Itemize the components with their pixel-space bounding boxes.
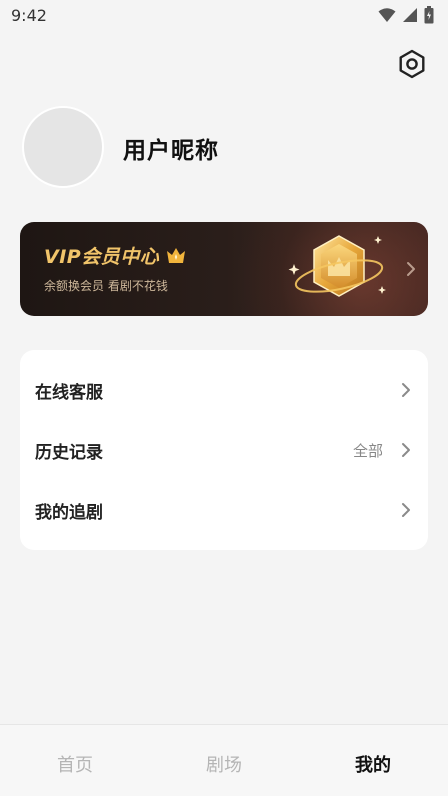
menu-item-online-service[interactable]: 在线客服 <box>20 360 428 420</box>
chevron-right-icon <box>402 443 410 457</box>
chevron-right-icon <box>402 383 410 397</box>
chevron-right-icon <box>402 503 410 517</box>
menu-card: 在线客服 历史记录 全部 我的追剧 <box>20 350 428 550</box>
signal-icon <box>403 8 417 22</box>
menu-item-my-follows[interactable]: 我的追剧 <box>20 480 428 540</box>
menu-item-label: 我的追剧 <box>35 502 103 523</box>
profile-screen: 9:42 用户昵称 VIP会员中心 余额换会员 看剧不花钱 在线客服 历史记录 … <box>0 0 448 796</box>
user-nickname[interactable]: 用户昵称 <box>123 131 219 165</box>
vip-title-row: VIP会员中心 <box>44 242 187 269</box>
bottom-nav: 首页 剧场 我的 <box>0 724 448 796</box>
settings-button[interactable] <box>396 48 428 80</box>
avatar[interactable] <box>22 106 104 188</box>
wifi-icon <box>378 8 396 22</box>
status-time: 9:42 <box>11 6 47 25</box>
vip-subtitle: 余额换会员 看剧不花钱 <box>44 279 168 293</box>
battery-icon <box>424 6 434 24</box>
status-icons <box>378 6 434 24</box>
settings-icon <box>399 49 425 79</box>
nav-tab-home[interactable]: 首页 <box>35 751 115 777</box>
vip-title: VIP会员中心 <box>44 246 160 268</box>
nav-tab-theater[interactable]: 剧场 <box>184 751 264 777</box>
vip-center-banner[interactable]: VIP会员中心 余额换会员 看剧不花钱 <box>20 222 428 316</box>
vip-crown-badge <box>288 235 386 297</box>
nav-tab-mine[interactable]: 我的 <box>333 751 413 777</box>
vip-chevron-right-icon <box>407 262 415 276</box>
status-bar: 9:42 <box>0 0 448 32</box>
crown-icon <box>167 247 186 263</box>
history-all-link[interactable]: 全部 <box>353 440 383 461</box>
menu-item-history[interactable]: 历史记录 全部 <box>20 420 428 480</box>
menu-item-label: 在线客服 <box>35 382 103 403</box>
menu-item-label: 历史记录 <box>35 442 103 463</box>
